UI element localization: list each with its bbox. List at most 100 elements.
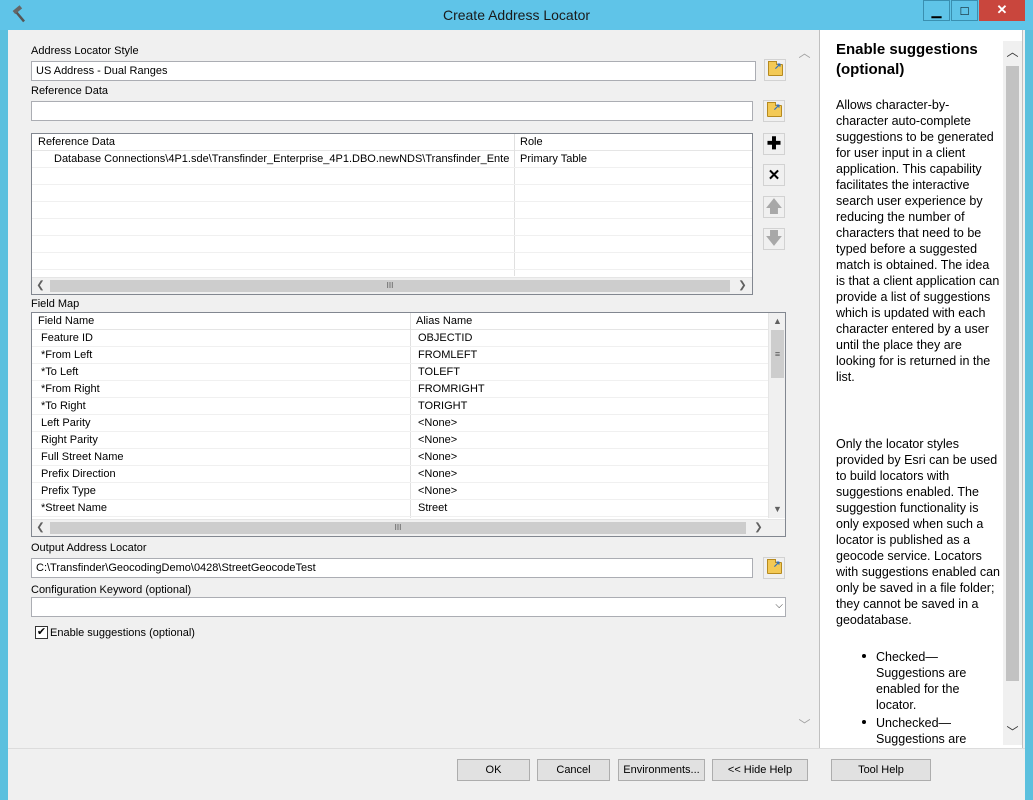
- close-button[interactable]: ✕: [979, 0, 1025, 21]
- alias-name-cell[interactable]: <None>: [418, 434, 758, 446]
- scroll-up-icon[interactable]: ︿: [1003, 43, 1022, 60]
- table-header: Reference Data Role: [32, 134, 752, 151]
- browse-output-button[interactable]: ↗: [763, 557, 785, 579]
- locator-style-input[interactable]: US Address - Dual Ranges: [31, 61, 756, 81]
- table-row[interactable]: *Street Name Street: [32, 500, 768, 517]
- scroll-down-icon[interactable]: ﹀: [796, 716, 813, 733]
- scroll-down-icon[interactable]: ▼: [769, 501, 785, 517]
- scrollbar-thumb[interactable]: III: [50, 522, 746, 534]
- enable-suggestions-checkbox[interactable]: ✔: [35, 626, 48, 639]
- table-row[interactable]: Right Parity <None>: [32, 432, 768, 449]
- table-row[interactable]: Full Street Name <None>: [32, 449, 768, 466]
- alias-name-cell[interactable]: <None>: [418, 417, 758, 429]
- alias-name-cell[interactable]: <None>: [418, 468, 758, 480]
- enable-suggestions-label[interactable]: Enable suggestions (optional): [50, 627, 195, 639]
- output-locator-input[interactable]: C:\Transfinder\GeocodingDemo\0428\Street…: [31, 558, 753, 578]
- table-row[interactable]: [32, 168, 752, 185]
- help-paragraph: Only the locator styles provided by Esri…: [836, 437, 1001, 627]
- alias-name-cell[interactable]: OBJECTID: [418, 332, 758, 344]
- arrow-down-icon: 🡇: [765, 229, 783, 248]
- help-list-item: Unchecked—Suggestions are: [876, 716, 967, 746]
- field-map-table[interactable]: Field Name Alias Name Feature ID OBJECTID…: [31, 312, 786, 537]
- help-paragraph: Allows character-by-character auto-compl…: [836, 98, 1000, 384]
- help-panel: Enable suggestions (optional) Allows cha…: [819, 30, 1023, 748]
- arrow-up-icon: 🡅: [765, 197, 783, 216]
- scroll-right-icon[interactable]: ❯: [734, 279, 751, 294]
- parameters-scrollbar[interactable]: ︿ ﹀: [796, 40, 813, 740]
- field-name-cell: *Street Name: [41, 502, 108, 514]
- alias-name-cell[interactable]: TOLEFT: [418, 366, 758, 378]
- field-name-cell: Prefix Type: [41, 485, 96, 497]
- alias-name-cell[interactable]: FROMRIGHT: [418, 383, 758, 395]
- reference-data-table[interactable]: Reference Data Role Database Connections…: [31, 133, 753, 295]
- ok-button[interactable]: OK: [457, 759, 530, 781]
- chevron-down-icon[interactable]: ⌵: [775, 600, 783, 611]
- field-name-cell: Full Street Name: [41, 451, 124, 463]
- parameters-panel: Address Locator Style US Address - Dual …: [8, 30, 818, 748]
- alias-name-cell[interactable]: <None>: [418, 451, 758, 463]
- scrollbar-thumb[interactable]: III: [50, 280, 730, 292]
- locator-style-label: Address Locator Style: [31, 45, 139, 57]
- table-row[interactable]: *To Right TORIGHT: [32, 398, 768, 415]
- table-row[interactable]: [32, 253, 752, 270]
- table-row[interactable]: [32, 185, 752, 202]
- environments-button[interactable]: Environments...: [618, 759, 705, 781]
- alias-name-cell[interactable]: <None>: [418, 485, 758, 497]
- help-list-item: Checked—Suggestions are enabled for the …: [876, 650, 967, 712]
- config-keyword-dropdown[interactable]: ⌵: [31, 597, 786, 617]
- column-header-role[interactable]: Role: [520, 136, 543, 148]
- table-row[interactable]: *From Left FROMLEFT: [32, 347, 768, 364]
- scrollbar-thumb[interactable]: [1006, 66, 1019, 681]
- add-row-button[interactable]: ✚: [763, 133, 785, 155]
- table-row[interactable]: [32, 202, 752, 219]
- scroll-up-icon[interactable]: ︿: [796, 44, 813, 61]
- table-row[interactable]: Feature ID OBJECTID: [32, 330, 768, 347]
- help-scrollbar[interactable]: ︿ ﹀: [1003, 41, 1022, 745]
- delete-x-icon: ✕: [767, 167, 781, 184]
- alias-name-cell[interactable]: Street: [418, 502, 758, 514]
- hide-help-button[interactable]: << Hide Help: [712, 759, 808, 781]
- dialog-client: Address Locator Style US Address - Dual …: [8, 30, 1025, 800]
- minimize-button[interactable]: ▁: [923, 0, 950, 21]
- scroll-left-icon[interactable]: ❮: [32, 279, 49, 294]
- reference-data-cell: Database Connections\4P1.sde\Transfinder…: [54, 153, 510, 165]
- scrollbar-thumb[interactable]: ≡: [771, 330, 784, 378]
- browse-reference-data-button[interactable]: ↗: [763, 100, 785, 122]
- table-row[interactable]: Left Parity <None>: [32, 415, 768, 432]
- field-name-cell: *To Left: [41, 366, 79, 378]
- tool-help-button[interactable]: Tool Help: [831, 759, 931, 781]
- scroll-left-icon[interactable]: ❮: [32, 521, 49, 536]
- alias-name-cell[interactable]: TORIGHT: [418, 400, 758, 412]
- table-row[interactable]: Database Connections\4P1.sde\Transfinder…: [32, 151, 752, 168]
- table-row[interactable]: *From Right FROMRIGHT: [32, 381, 768, 398]
- arrow-icon: ↗: [773, 559, 781, 569]
- title-bar: Create Address Locator ▁ □ ✕: [0, 0, 1033, 30]
- field-name-cell: Feature ID: [41, 332, 93, 344]
- scroll-right-icon[interactable]: ❯: [750, 521, 767, 536]
- reference-data-input[interactable]: [31, 101, 753, 121]
- table-row[interactable]: [32, 219, 752, 236]
- column-header-field-name[interactable]: Field Name: [38, 315, 94, 327]
- move-up-button[interactable]: 🡅: [763, 196, 785, 218]
- column-header-reference-data[interactable]: Reference Data: [38, 136, 115, 148]
- help-title: Enable suggestions (optional): [836, 41, 978, 78]
- table-row[interactable]: Prefix Type <None>: [32, 483, 768, 500]
- column-header-alias-name[interactable]: Alias Name: [416, 315, 472, 327]
- remove-row-button[interactable]: ✕: [763, 164, 785, 186]
- field-map-label: Field Map: [31, 298, 80, 310]
- config-keyword-label: Configuration Keyword (optional): [31, 584, 192, 596]
- maximize-button[interactable]: □: [951, 0, 978, 21]
- alias-name-cell[interactable]: FROMLEFT: [418, 349, 758, 361]
- table-row[interactable]: [32, 236, 752, 253]
- vertical-scrollbar[interactable]: ▲ ≡ ▼: [768, 313, 785, 518]
- horizontal-scrollbar[interactable]: ❮ III ❯: [32, 519, 785, 536]
- browse-locator-style-button[interactable]: ↗: [764, 59, 786, 81]
- scroll-up-icon[interactable]: ▲: [769, 313, 785, 329]
- move-down-button[interactable]: 🡇: [763, 228, 785, 250]
- table-row[interactable]: Prefix Direction <None>: [32, 466, 768, 483]
- bullet-icon: [862, 654, 866, 658]
- table-row[interactable]: *To Left TOLEFT: [32, 364, 768, 381]
- horizontal-scrollbar[interactable]: ❮ III ❯: [32, 277, 752, 294]
- cancel-button[interactable]: Cancel: [537, 759, 610, 781]
- scroll-down-icon[interactable]: ﹀: [1003, 723, 1022, 740]
